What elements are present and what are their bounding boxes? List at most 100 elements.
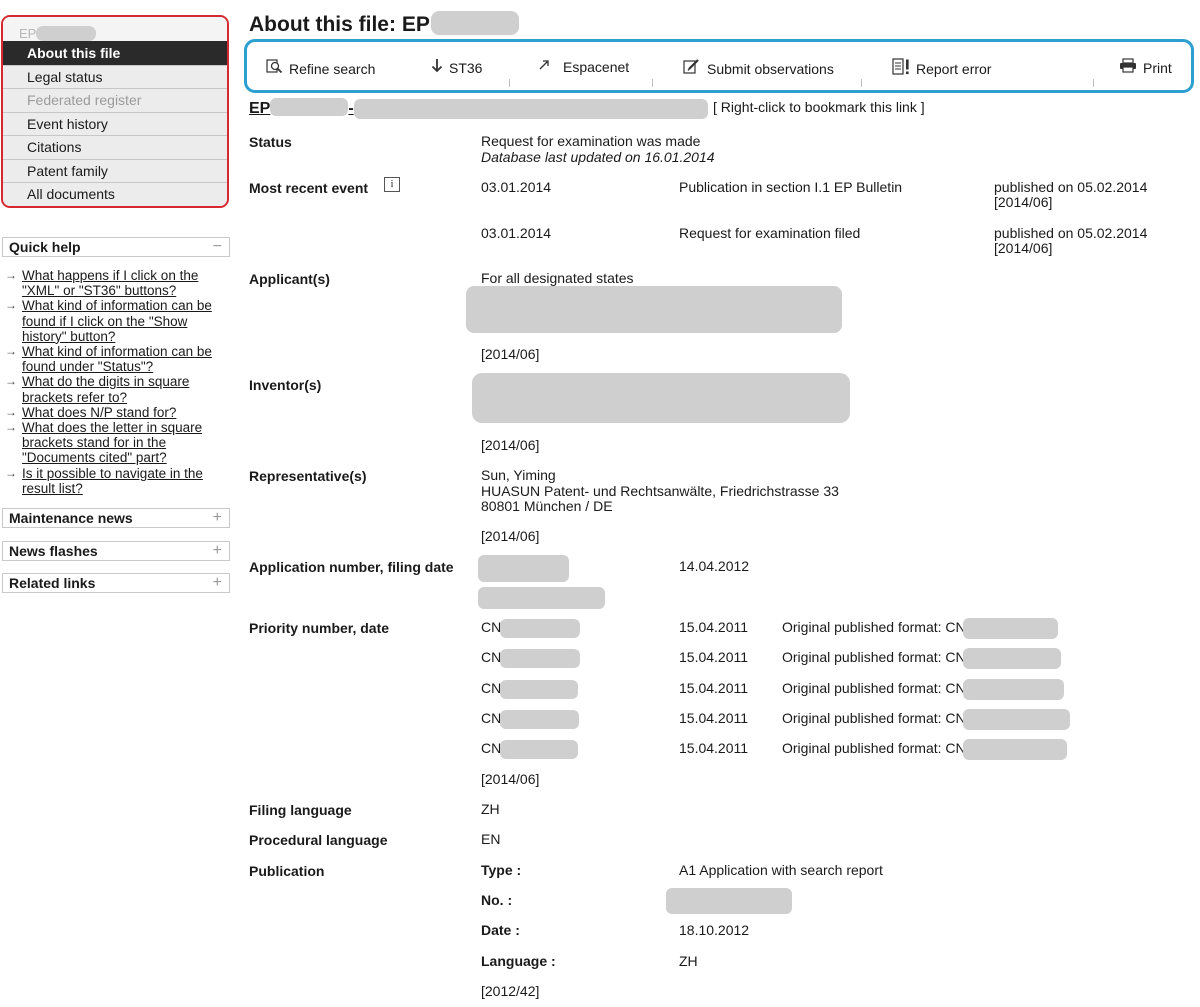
bookmark-hint: [ Right-click to bookmark this link ] [713, 99, 925, 115]
publication-type-label: Type : [481, 862, 522, 878]
priority-format: Original published format: CN [782, 649, 966, 666]
priority-date: 15.04.2011 [679, 709, 749, 726]
toolbar-separator [861, 79, 862, 87]
arrow-icon: → [5, 344, 17, 359]
external-link-icon [535, 58, 553, 76]
nav-item-legal-status[interactable]: Legal status [3, 64, 227, 88]
event-text: Request for examination filed [679, 225, 861, 241]
redacted-application-number [478, 555, 569, 582]
quick-help-link-line: result list? [22, 480, 83, 496]
toolbar-separator [1093, 79, 1094, 87]
nav-item-all-documents[interactable]: All documents [3, 182, 227, 206]
st36-button[interactable]: ST36 [431, 58, 482, 77]
expand-icon[interactable]: + [213, 574, 222, 592]
representative-bulletin: [2014/06] [481, 528, 540, 544]
publication-language-value: ZH [679, 953, 698, 969]
event-date: 03.01.2014 [481, 225, 552, 241]
redacted-inventor [472, 373, 850, 423]
quick-help-link[interactable]: What kind of information can be found if … [22, 298, 212, 343]
filing-date: 14.04.2012 [679, 558, 750, 574]
priority-date: 15.04.2011 [679, 679, 749, 696]
priority-date: 15.04.2011 [679, 740, 749, 757]
nav-item-about-this-file[interactable]: About this file [3, 41, 227, 65]
nav-item-citations[interactable]: Citations [3, 135, 227, 159]
publication-language-label: Language : [481, 953, 556, 969]
espacenet-button[interactable]: Espacenet [535, 58, 629, 76]
representative-address: 80801 München / DE [481, 498, 613, 514]
event-text: Publication in section I.1 EP Bulletin [679, 179, 903, 195]
priority-date: 15.04.2011 [679, 649, 749, 666]
representative-name: Sun, Yiming [481, 467, 556, 483]
quick-help-header[interactable]: Quick help − [2, 237, 230, 257]
quick-help-link-line: found if I click on the "Show [22, 313, 188, 329]
quick-help-link-line: brackets refer to? [22, 389, 128, 405]
submit-observations-label: Submit observations [707, 60, 834, 77]
quick-help-link[interactable]: What kind of information can be found und… [22, 344, 212, 374]
redacted-patent-number [270, 98, 349, 116]
representative-label: Representative(s) [249, 468, 367, 484]
quick-help-link-line: What does the letter in square [22, 420, 203, 436]
page-title: About this file: EP [249, 11, 519, 37]
espacenet-label: Espacenet [563, 59, 630, 75]
maintenance-news-header[interactable]: Maintenance news + [2, 508, 230, 528]
redacted-applicant [466, 286, 842, 333]
priority-format: Original published format: CN [782, 740, 966, 757]
redacted-priority-format [963, 618, 1058, 639]
filing-language-value: ZH [481, 801, 500, 817]
related-links-header[interactable]: Related links + [2, 573, 230, 593]
quick-help-link[interactable]: What does N/P stand for? [22, 405, 176, 420]
print-button[interactable]: Print [1119, 58, 1172, 77]
action-toolbar: Refine search ST36 Espacenet Submit obse… [244, 39, 1194, 93]
expand-icon[interactable]: + [213, 542, 222, 560]
redacted-priority-number [500, 619, 580, 638]
collapse-icon[interactable]: − [213, 238, 222, 256]
report-icon [892, 58, 910, 79]
nav-item-patent-family[interactable]: Patent family [3, 158, 227, 182]
priority-number: CN [481, 619, 502, 635]
refine-search-button[interactable]: Refine search [265, 58, 375, 79]
filing-language-label: Filing language [249, 802, 352, 818]
procedural-language-label: Procedural language [249, 832, 388, 848]
database-updated: Database last updated on 16.01.2014 [481, 149, 715, 165]
arrow-icon: → [5, 404, 17, 419]
nav-file-number: EP [3, 17, 227, 41]
quick-help-link[interactable]: What does the letter in square brackets s… [22, 420, 202, 465]
file-navigation: EP About this file Legal status Federate… [1, 15, 229, 208]
quick-help-item: → What does the letter in square brackets … [5, 420, 230, 466]
refine-search-label: Refine search [289, 60, 376, 77]
patent-number-link[interactable]: EP - [249, 98, 354, 117]
quick-help-link-line: What kind of information can be [22, 298, 212, 314]
expand-icon[interactable]: + [213, 509, 222, 527]
report-error-button[interactable]: Report error [892, 58, 991, 79]
magnifier-icon [265, 58, 283, 79]
arrow-icon: → [5, 420, 17, 435]
nav-item-event-history[interactable]: Event history [3, 111, 227, 135]
procedural-language-value: EN [481, 831, 501, 847]
priority-date: 15.04.2011 [679, 619, 749, 635]
publication-date-value: 18.10.2012 [679, 922, 750, 938]
submit-observations-button[interactable]: Submit observations [683, 58, 834, 79]
priority-number: CN [481, 679, 502, 696]
redacted-priority-format [963, 708, 1070, 730]
inventor-label: Inventor(s) [249, 377, 322, 393]
redacted-priority-number [500, 740, 578, 760]
most-recent-event-label: Most recent event [249, 180, 369, 196]
quick-help-item: → Is it possible to navigate in the result… [5, 466, 230, 496]
info-icon[interactable]: i [384, 177, 400, 192]
patent-number-prefix: EP [249, 100, 271, 117]
publication-no-label: No. : [481, 892, 513, 908]
priority-bulletin: [2014/06] [481, 771, 540, 787]
quick-help-link-line: What kind of information can be [22, 344, 212, 360]
quick-help-link[interactable]: What happens if I click on the "XML" or "… [22, 268, 198, 298]
arrow-icon: → [5, 298, 17, 313]
news-flashes-header[interactable]: News flashes + [2, 541, 230, 561]
priority-format: Original published format: CN [782, 709, 966, 726]
quick-help-link[interactable]: What do the digits in square brackets ref… [22, 374, 189, 404]
status-label: Status [249, 134, 292, 150]
priority-label: Priority number, date [249, 620, 390, 636]
quick-help-item: → What happens if I click on the "XML" or … [5, 268, 230, 298]
priority-number: CN [481, 649, 502, 666]
arrow-icon: → [5, 465, 17, 480]
quick-help-link[interactable]: Is it possible to navigate in the result … [22, 466, 203, 496]
quick-help-link-line: brackets stand for in the [22, 435, 167, 451]
